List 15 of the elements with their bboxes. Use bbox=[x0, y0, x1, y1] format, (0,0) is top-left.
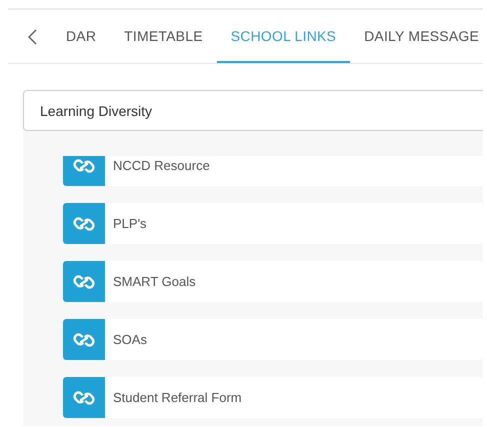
link-item[interactable]: SOAs bbox=[63, 319, 483, 360]
back-chevron-icon[interactable] bbox=[28, 28, 36, 44]
tab[interactable]: DAR bbox=[52, 10, 110, 63]
link-icon bbox=[73, 390, 95, 406]
link-item[interactable]: PLP's bbox=[63, 203, 483, 244]
link-icon bbox=[73, 216, 95, 232]
tab[interactable]: TIMETABLE bbox=[110, 10, 217, 63]
link-item[interactable]: SMART Goals bbox=[63, 261, 483, 302]
link-icon bbox=[73, 332, 95, 348]
link-item[interactable]: Student Referral Form bbox=[63, 377, 483, 418]
link-icon bbox=[73, 274, 95, 290]
category-select[interactable]: Learning Diversity bbox=[23, 90, 483, 131]
tab[interactable]: DAILY MESSAGE bbox=[350, 10, 483, 63]
link-item[interactable]: NCCD Resource bbox=[63, 156, 483, 186]
link-icon bbox=[73, 158, 95, 174]
